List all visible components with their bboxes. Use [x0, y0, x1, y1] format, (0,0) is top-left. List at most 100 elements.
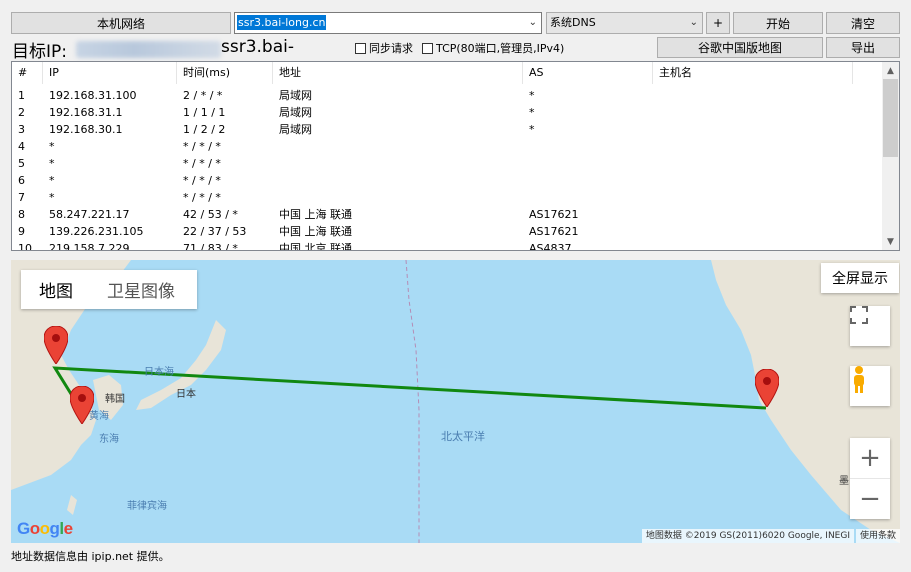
chevron-down-icon[interactable]: ⌄: [529, 17, 537, 28]
table-cell-host: [653, 104, 659, 121]
table-cell-time: 71 / 83 / *: [183, 242, 238, 251]
column-header-time[interactable]: 时间(ms): [177, 62, 273, 84]
table-cell-time: 42 / 53 / *: [183, 208, 238, 221]
checkbox-box[interactable]: [422, 42, 433, 54]
zoom-control: + −: [850, 438, 890, 519]
trace-table[interactable]: # IP 时间(ms) 地址 AS 主机名 1 192.168.31.100 2 /…: [11, 61, 900, 251]
table-cell-host: [653, 87, 659, 104]
table-row[interactable]: 3 192.168.30.1 1 / 2 / 2 局域网 *: [12, 121, 883, 138]
table-cell-ip: *: [49, 191, 55, 204]
table-cell-addr: 局域网: [279, 89, 312, 102]
label-yellow-sea: 黄海: [89, 411, 109, 422]
scroll-down-icon[interactable]: ▼: [882, 233, 899, 250]
table-cell-ip: *: [49, 174, 55, 187]
table-row[interactable]: 4 * * / * / *: [12, 138, 883, 155]
table-row[interactable]: 5 * * / * / *: [12, 155, 883, 172]
table-cell-addr: [273, 172, 279, 189]
table-cell-time: 2 / * / *: [183, 89, 223, 102]
column-header-hostname[interactable]: 主机名: [653, 62, 853, 84]
target-input[interactable]: ssr3.bai-long.cn ⌄: [234, 12, 542, 34]
table-cell-time: * / * / *: [183, 140, 221, 153]
table-cell-as: AS4837: [529, 242, 572, 251]
table-cell-as: *: [529, 123, 535, 136]
table-row[interactable]: 7 * * / * / *: [12, 189, 883, 206]
zoom-in-icon[interactable]: +: [850, 438, 890, 479]
google-china-map-button[interactable]: 谷歌中国版地图: [657, 37, 823, 58]
sync-request-checkbox[interactable]: 同步请求: [355, 40, 413, 56]
terms-link[interactable]: 使用条款: [855, 529, 900, 543]
expand-icon-glyph: [850, 306, 868, 324]
add-button[interactable]: +: [706, 12, 730, 34]
table-cell-addr: 中国 北京 联通: [279, 242, 352, 251]
table-cell-n: 8: [18, 208, 25, 221]
table-cell-as: AS17621: [529, 225, 579, 238]
street-view-icon[interactable]: [850, 366, 890, 406]
table-cell-n: 9: [18, 225, 25, 238]
pegman-icon: [854, 366, 864, 393]
route-map[interactable]: 日本海 韩国 日本 黄海 东海 菲律宾海 北太平洋 墨 地图 卫星图像 全屏显示…: [11, 260, 900, 543]
table-cell-ip: 58.247.221.17: [49, 208, 130, 221]
table-cell-addr: [273, 189, 279, 206]
tcp-checkbox[interactable]: TCP(80端口,管理员,IPv4): [422, 40, 564, 56]
local-network-button[interactable]: 本机网络: [11, 12, 231, 34]
table-cell-n: 3: [18, 123, 25, 136]
table-cell-ip: 192.168.31.100: [49, 89, 137, 102]
table-cell-n: 10: [18, 242, 32, 251]
sync-request-label: 同步请求: [369, 42, 413, 55]
table-cell-time: 22 / 37 / 53: [183, 225, 247, 238]
tab-map[interactable]: 地图: [39, 277, 73, 302]
label-north-pacific: 北太平洋: [441, 430, 485, 443]
table-row[interactable]: 2 192.168.31.1 1 / 1 / 1 局域网 *: [12, 104, 883, 121]
table-row[interactable]: 9 139.226.231.105 22 / 37 / 53 中国 上海 联通 AS17…: [12, 223, 883, 240]
table-cell-ip: *: [49, 157, 55, 170]
column-header-ip[interactable]: IP: [43, 62, 177, 84]
map-pin-icon[interactable]: [755, 369, 779, 407]
zoom-out-icon[interactable]: −: [850, 479, 890, 519]
table-cell-addr: 中国 上海 联通: [279, 225, 352, 238]
column-header-number[interactable]: #: [12, 62, 43, 84]
export-button[interactable]: 导出: [826, 37, 900, 58]
table-cell-host: [653, 223, 659, 240]
checkbox-box[interactable]: [355, 42, 366, 54]
clear-button[interactable]: 清空: [826, 12, 900, 34]
dns-select-value: 系统DNS: [550, 16, 596, 29]
expand-icon[interactable]: [850, 306, 890, 346]
date-line: [405, 260, 420, 543]
column-header-address[interactable]: 地址: [273, 62, 523, 84]
table-header: # IP 时间(ms) 地址 AS 主机名: [12, 62, 883, 84]
table-cell-ip: 192.168.30.1: [49, 123, 123, 136]
table-cell-addr: 局域网: [279, 123, 312, 136]
redacted-ip: [76, 41, 221, 58]
fullscreen-button[interactable]: 全屏显示: [821, 263, 899, 293]
start-button[interactable]: 开始: [733, 12, 823, 34]
vertical-scrollbar[interactable]: ▲ ▼: [882, 62, 899, 250]
column-header-as[interactable]: AS: [523, 62, 653, 84]
map-pin-icon[interactable]: [44, 326, 68, 364]
table-cell-as: AS17621: [529, 208, 579, 221]
table-cell-host: [653, 155, 659, 172]
scroll-up-icon[interactable]: ▲: [882, 62, 899, 79]
table-cell-host: [653, 240, 659, 250]
table-cell-as: *: [529, 89, 535, 102]
table-cell-addr: [273, 138, 279, 155]
label-japan: 日本: [176, 389, 196, 400]
table-row[interactable]: 10 219.158.7.229 71 / 83 / * 中国 北京 联通 AS4837: [12, 240, 883, 251]
table-row[interactable]: 8 58.247.221.17 42 / 53 / * 中国 上海 联通 AS17621: [12, 206, 883, 223]
table-cell-as: *: [529, 106, 535, 119]
tcp-label: TCP(80端口,管理员,IPv4): [436, 42, 565, 55]
table-cell-host: [653, 121, 659, 138]
scrollbar-thumb[interactable]: [883, 79, 898, 157]
table-cell-n: 1: [18, 89, 25, 102]
table-cell-host: [653, 206, 659, 223]
target-ip-label: 目标IP:: [12, 42, 67, 62]
table-cell-time: * / * / *: [183, 191, 221, 204]
table-row[interactable]: 1 192.168.31.100 2 / * / * 局域网 *: [12, 87, 883, 104]
google-logo: Google: [17, 519, 73, 538]
tab-satellite[interactable]: 卫星图像: [107, 277, 175, 302]
table-cell-time: 1 / 2 / 2: [183, 123, 226, 136]
target-input-value: ssr3.bai-long.cn: [237, 15, 327, 30]
table-cell-addr: [273, 155, 279, 172]
dns-select[interactable]: 系统DNS ⌄: [546, 12, 703, 34]
table-cell-n: 5: [18, 157, 25, 170]
table-row[interactable]: 6 * * / * / *: [12, 172, 883, 189]
